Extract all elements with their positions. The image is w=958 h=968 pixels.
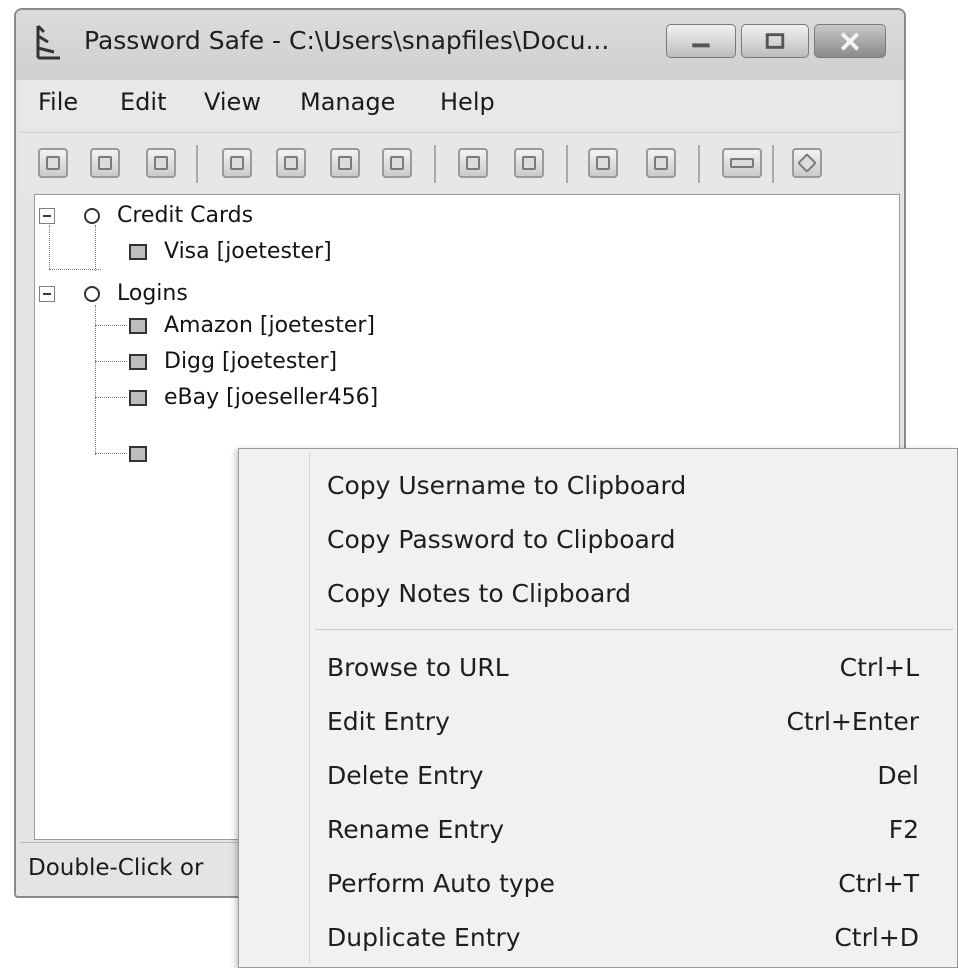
menu-item-label: Copy Password to Clipboard — [327, 525, 676, 554]
group-icon — [84, 286, 100, 302]
autotype-icon[interactable] — [458, 148, 488, 178]
menu-item-copy-username[interactable]: Copy Username to Clipboard — [239, 459, 957, 511]
close-icon — [840, 32, 860, 51]
menu-item-perform-autotype[interactable]: Perform Auto type Ctrl+T — [239, 857, 957, 909]
edit-entry-icon[interactable] — [646, 148, 676, 178]
tree-entry[interactable]: Amazon [joetester] — [129, 313, 375, 338]
tree-group-logins[interactable]: Logins — [39, 281, 188, 306]
menu-item-copy-password[interactable]: Copy Password to Clipboard — [239, 513, 957, 565]
delete-entry-icon[interactable] — [722, 148, 762, 178]
menu-item-shortcut: Ctrl+L — [839, 653, 919, 682]
tree-entry-label: Digg [joetester] — [164, 349, 338, 374]
menu-item-shortcut: Ctrl+Enter — [786, 707, 919, 736]
tree-entry-label: Visa [joetester] — [164, 239, 332, 264]
entry-icon — [129, 244, 147, 260]
group-icon — [84, 208, 100, 224]
entry-icon — [129, 446, 147, 462]
title-bar[interactable]: Password Safe - C:\Users\snapfiles\Docu.… — [16, 10, 904, 80]
browse-url-icon[interactable] — [514, 148, 544, 178]
close-button[interactable] — [814, 24, 886, 58]
tree-entry-label: Amazon [joetester] — [164, 313, 376, 338]
add-entry-icon[interactable] — [588, 148, 618, 178]
entry-icon — [129, 354, 147, 370]
copy-username-icon[interactable] — [276, 148, 306, 178]
tree-connector — [95, 225, 96, 271]
menu-item-label: Rename Entry — [327, 815, 504, 844]
menu-item-edit-entry[interactable]: Edit Entry Ctrl+Enter — [239, 695, 957, 747]
clear-clipboard-icon[interactable] — [382, 148, 412, 178]
tree-group-credit-cards[interactable]: Credit Cards — [39, 203, 253, 228]
toolbar-separator — [698, 145, 700, 183]
menu-item-shortcut: Ctrl+T — [838, 869, 919, 898]
maximize-button[interactable] — [741, 24, 809, 58]
tree-group-label: Logins — [117, 281, 188, 306]
menu-item-browse-url[interactable]: Browse to URL Ctrl+L — [239, 641, 957, 693]
menu-item-label: Delete Entry — [327, 761, 484, 790]
maximize-icon — [765, 33, 785, 49]
menu-item-shortcut: Del — [877, 761, 919, 790]
tree-connector — [95, 453, 127, 454]
menu-item-duplicate-entry[interactable]: Duplicate Entry Ctrl+D — [239, 911, 957, 963]
password-safe-app-icon — [36, 24, 60, 60]
toolbar-separator — [566, 145, 568, 183]
collapse-icon[interactable] — [39, 208, 55, 224]
menu-help[interactable]: Help — [440, 88, 495, 116]
tree-entry[interactable]: eBay [joeseller456] — [129, 385, 378, 410]
collapse-icon[interactable] — [39, 286, 55, 302]
tree-connector — [49, 225, 50, 269]
minimize-icon — [692, 43, 710, 48]
menu-view[interactable]: View — [204, 88, 261, 116]
menu-item-label: Edit Entry — [327, 707, 450, 736]
tree-connector — [95, 397, 127, 398]
menu-item-delete-entry[interactable]: Delete Entry Del — [239, 749, 957, 801]
status-text: Double-Click or — [28, 855, 204, 881]
tree-connector — [95, 361, 127, 362]
tree-connector — [95, 305, 96, 455]
minimize-button[interactable] — [666, 24, 736, 58]
menu-edit[interactable]: Edit — [120, 88, 166, 116]
menu-item-shortcut: F2 — [888, 815, 919, 844]
tree-connector — [95, 325, 127, 326]
save-database-icon[interactable] — [146, 148, 176, 178]
menu-item-label: Copy Notes to Clipboard — [327, 579, 631, 608]
menu-manage[interactable]: Manage — [300, 88, 395, 116]
menu-item-rename-entry[interactable]: Rename Entry F2 — [239, 803, 957, 855]
toolbar-separator — [196, 145, 198, 183]
entry-icon — [129, 318, 147, 334]
toolbar — [20, 132, 900, 193]
new-database-icon[interactable] — [38, 148, 68, 178]
tree-connector — [49, 269, 101, 270]
toolbar-separator — [434, 145, 436, 183]
tree-entry-selected[interactable] — [129, 441, 157, 466]
menu-file[interactable]: File — [38, 88, 78, 116]
toolbar-separator — [772, 145, 774, 183]
menu-separator — [315, 629, 953, 630]
menu-item-shortcut: Ctrl+D — [834, 923, 919, 952]
options-icon[interactable] — [792, 148, 822, 178]
copy-notes-icon[interactable] — [330, 148, 360, 178]
entry-icon — [129, 390, 147, 406]
menu-item-label: Duplicate Entry — [327, 923, 521, 952]
menu-item-label: Copy Username to Clipboard — [327, 471, 687, 500]
menu-bar: File Edit View Manage Help — [20, 80, 900, 130]
tree-entry[interactable]: Digg [joetester] — [129, 349, 337, 374]
context-menu: Copy Username to Clipboard Copy Password… — [238, 448, 958, 968]
menu-item-copy-notes[interactable]: Copy Notes to Clipboard — [239, 567, 957, 619]
open-database-icon[interactable] — [90, 148, 120, 178]
tree-entry[interactable]: Visa [joetester] — [129, 239, 332, 264]
tree-entry-label: eBay [joeseller456] — [164, 385, 379, 410]
menu-item-label: Perform Auto type — [327, 869, 555, 898]
menu-item-label: Browse to URL — [327, 653, 509, 682]
window-title: Password Safe - C:\Users\snapfiles\Docu.… — [84, 26, 610, 55]
tree-group-label: Credit Cards — [117, 203, 254, 228]
copy-password-icon[interactable] — [222, 148, 252, 178]
